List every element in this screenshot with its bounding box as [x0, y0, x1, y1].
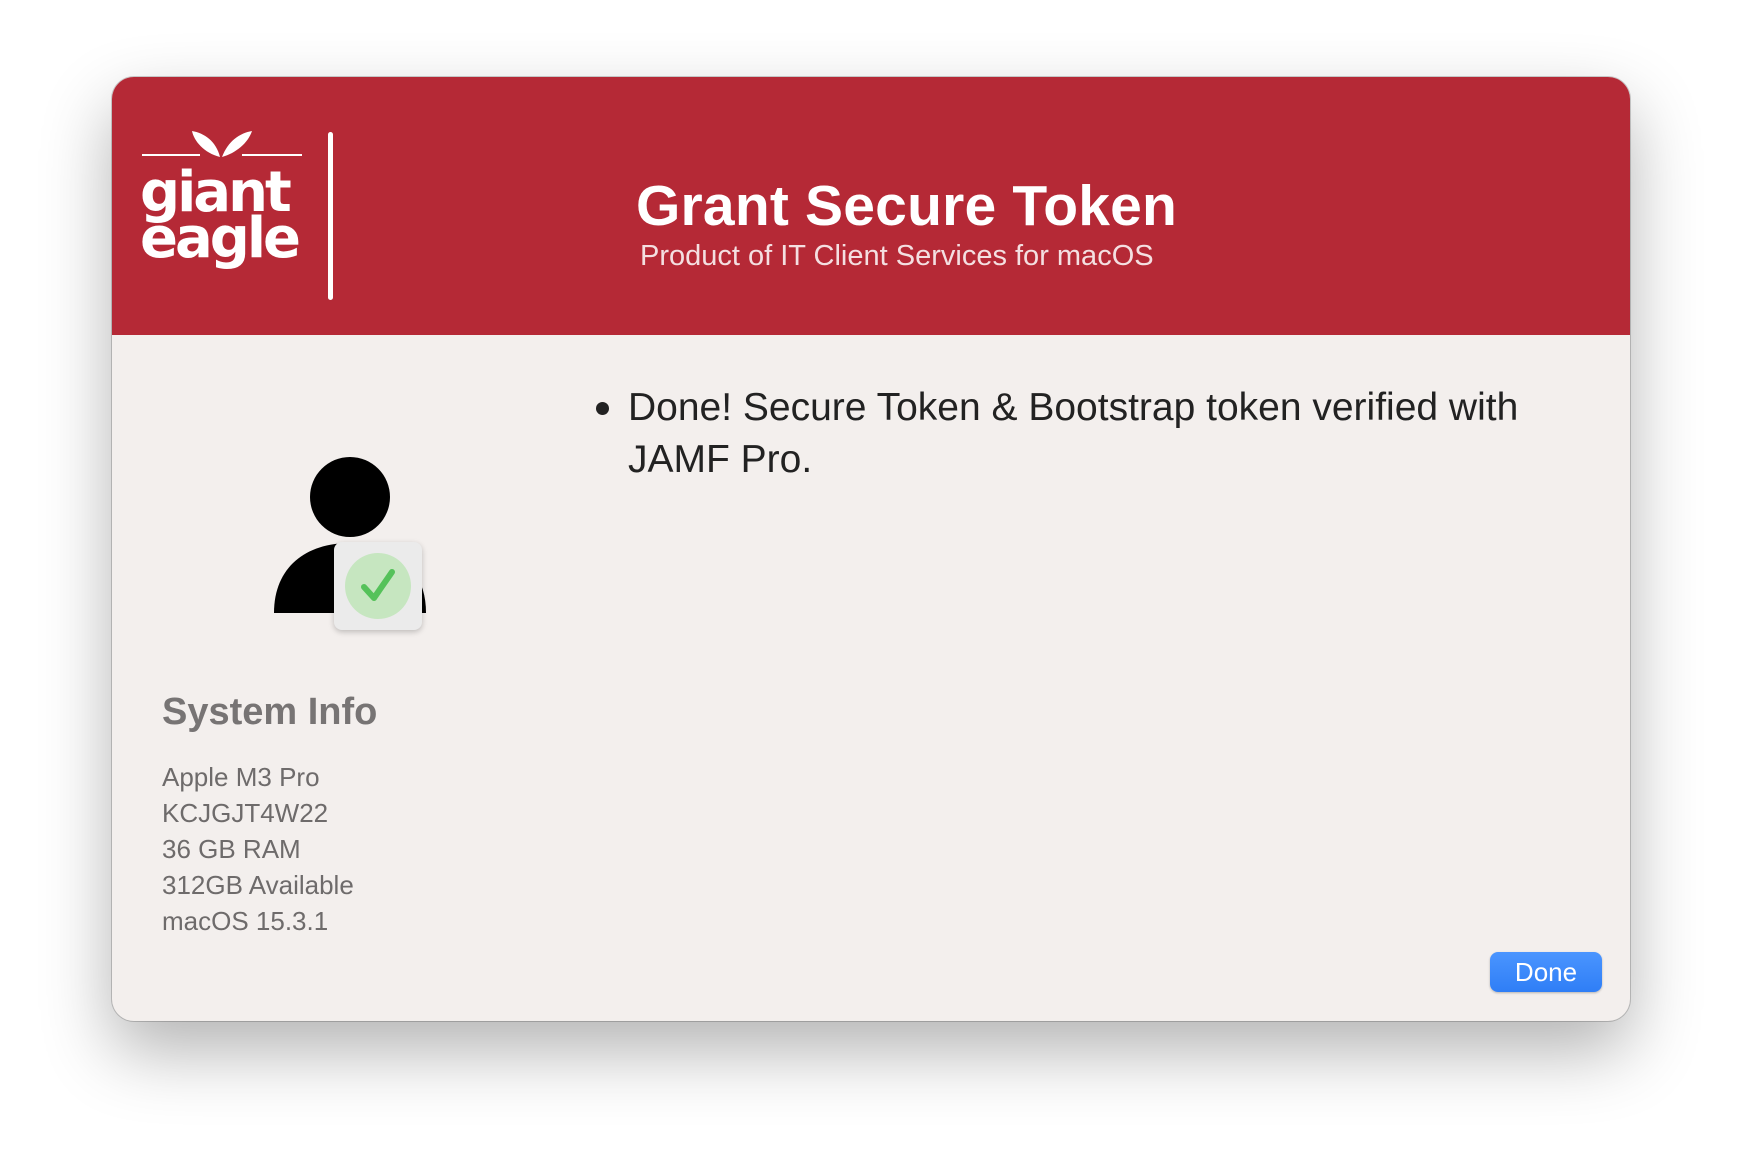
system-info-chip: Apple M3 Pro — [162, 762, 320, 792]
verified-badge — [334, 542, 422, 630]
svg-text:eagle: eagle — [142, 206, 299, 271]
status-message-list: Done! Secure Token & Bootstrap token ver… — [582, 382, 1582, 486]
header-banner: giant eagle Grant Secure Token Product o… — [112, 77, 1630, 335]
system-info-ram: 36 GB RAM — [162, 834, 301, 864]
giant-eagle-logo: giant eagle — [142, 131, 302, 271]
checkmark-icon — [345, 553, 411, 619]
system-info-list: Apple M3 Pro KCJGJT4W22 36 GB RAM 312GB … — [162, 759, 354, 939]
bullet-icon — [596, 402, 609, 415]
system-info-storage: 312GB Available — [162, 870, 354, 900]
system-info-serial: KCJGJT4W22 — [162, 798, 329, 828]
title-block: Grant Secure Token Product of IT Client … — [636, 175, 1196, 273]
system-info-os: macOS 15.3.1 — [162, 906, 329, 936]
dialog-subtitle: Product of IT Client Services for macOS — [640, 240, 1154, 272]
system-info-title: System Info — [162, 691, 378, 733]
status-message-text: Done! Secure Token & Bootstrap token ver… — [628, 386, 1519, 481]
done-button[interactable]: Done — [1490, 952, 1602, 992]
dialog-window: giant eagle Grant Secure Token Product o… — [112, 77, 1630, 1021]
dialog-title: Grant Secure Token — [636, 174, 1178, 238]
status-message: Done! Secure Token & Bootstrap token ver… — [582, 382, 1582, 486]
logo-divider — [328, 132, 333, 300]
